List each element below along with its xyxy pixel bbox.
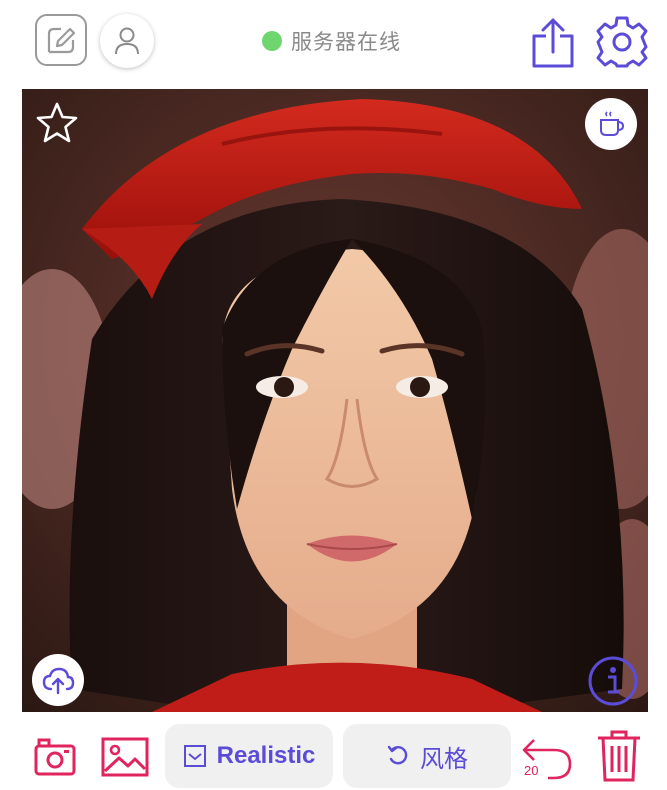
cloud-upload-icon <box>42 667 75 695</box>
edit-button[interactable] <box>35 14 87 66</box>
share-button[interactable] <box>528 16 578 70</box>
coffee-icon <box>600 111 625 136</box>
server-status: 服务器在线 <box>262 26 401 56</box>
rotate-icon <box>387 745 408 765</box>
model-selector-button[interactable]: Realistic <box>165 724 333 788</box>
image-icon <box>101 737 149 777</box>
model-label: Realistic <box>216 742 316 769</box>
style-label: 风格 <box>420 744 468 773</box>
share-icon <box>532 18 574 68</box>
user-button[interactable] <box>100 14 154 68</box>
style-button[interactable]: 风格 <box>343 724 511 788</box>
favorite-button[interactable] <box>34 100 80 146</box>
info-icon <box>588 656 638 706</box>
gear-icon <box>596 16 648 68</box>
camera-button[interactable] <box>33 735 77 779</box>
edit-icon <box>47 27 76 54</box>
generated-portrait-image <box>22 89 648 712</box>
undo-count: 20 <box>524 763 539 778</box>
gallery-button[interactable] <box>100 734 150 780</box>
info-button[interactable] <box>587 655 639 707</box>
status-text: 服务器在线 <box>291 30 401 54</box>
coffee-button[interactable] <box>585 98 637 150</box>
star-icon <box>36 102 78 143</box>
user-icon <box>115 27 139 55</box>
status-indicator <box>262 31 282 51</box>
settings-button[interactable] <box>594 14 650 70</box>
trash-icon <box>598 730 640 782</box>
upload-button[interactable] <box>32 654 84 706</box>
camera-icon <box>34 738 76 776</box>
delete-button[interactable] <box>594 728 644 784</box>
checkbox-icon <box>183 745 206 767</box>
